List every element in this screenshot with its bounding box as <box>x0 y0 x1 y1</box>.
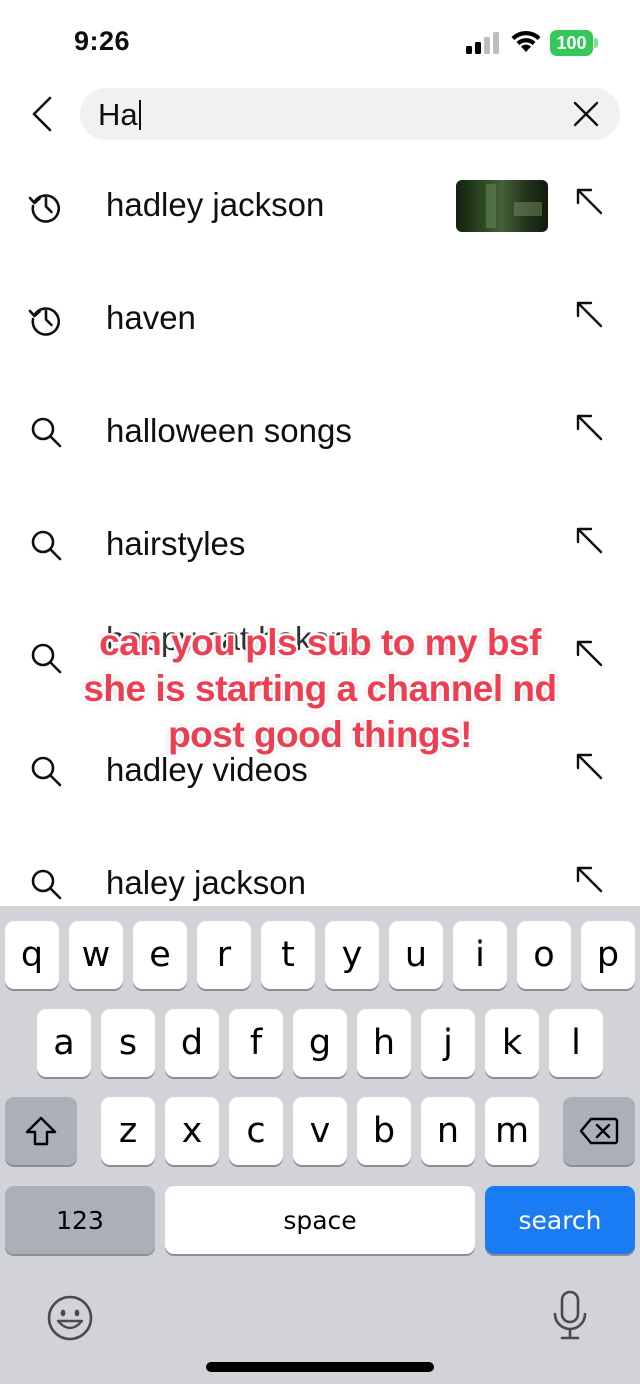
key-g[interactable]: g <box>293 1009 347 1077</box>
key-n[interactable]: n <box>421 1097 475 1165</box>
arrow-up-left-icon[interactable] <box>574 186 604 216</box>
search-input[interactable]: Ha <box>98 88 141 140</box>
suggestion-row[interactable]: haley jackson <box>0 828 640 906</box>
close-icon[interactable] <box>572 100 600 128</box>
key-m[interactable]: m <box>485 1097 539 1165</box>
search-icon <box>31 530 62 561</box>
suggestion-label: halloween songs <box>106 412 352 449</box>
key-o[interactable]: o <box>517 921 571 989</box>
key-b[interactable]: b <box>357 1097 411 1165</box>
key-e[interactable]: e <box>133 921 187 989</box>
key-y[interactable]: y <box>325 921 379 989</box>
arrow-up-left-icon[interactable] <box>574 525 604 555</box>
key-l[interactable]: l <box>549 1009 603 1077</box>
search-box[interactable]: Ha <box>80 88 620 140</box>
space-key[interactable]: space <box>165 1186 475 1254</box>
suggestion-row[interactable]: halloween songs <box>0 376 640 489</box>
caption-line: post good things! <box>168 714 472 755</box>
key-v[interactable]: v <box>293 1097 347 1165</box>
key-q[interactable]: q <box>5 921 59 989</box>
delete-key[interactable] <box>563 1097 635 1165</box>
key-u[interactable]: u <box>389 921 443 989</box>
caption-line: she is starting a channel nd <box>83 668 557 709</box>
key-c[interactable]: c <box>229 1097 283 1165</box>
search-icon <box>31 417 62 448</box>
shift-icon <box>25 1116 57 1146</box>
caption-overlay: can you pls sub to my bsf she is startin… <box>0 620 640 758</box>
key-x[interactable]: x <box>165 1097 219 1165</box>
text-caret <box>138 100 141 130</box>
key-r[interactable]: r <box>197 921 251 989</box>
battery-indicator: 100 <box>550 30 598 56</box>
backspace-icon <box>579 1117 619 1145</box>
key-z[interactable]: z <box>101 1097 155 1165</box>
video-thumbnail <box>456 180 548 232</box>
shift-key[interactable] <box>5 1097 77 1165</box>
key-a[interactable]: a <box>37 1009 91 1077</box>
arrow-up-left-icon[interactable] <box>574 412 604 442</box>
key-j[interactable]: j <box>421 1009 475 1077</box>
search-key[interactable]: search <box>485 1186 635 1254</box>
search-icon <box>31 756 62 787</box>
search-icon <box>31 869 62 900</box>
battery-tip <box>594 38 598 48</box>
emoji-icon[interactable] <box>46 1294 94 1342</box>
back-button[interactable] <box>20 90 64 138</box>
history-icon <box>28 307 60 336</box>
key-k[interactable]: k <box>485 1009 539 1077</box>
suggestion-label: hairstyles <box>106 525 246 562</box>
suggestion-label: hadley jackson <box>106 186 325 223</box>
key-w[interactable]: w <box>69 921 123 989</box>
key-h[interactable]: h <box>357 1009 411 1077</box>
suggestion-label: haven <box>106 299 196 336</box>
key-i[interactable]: i <box>453 921 507 989</box>
key-t[interactable]: t <box>261 921 315 989</box>
suggestion-row[interactable]: hairstyles <box>0 489 640 602</box>
home-indicator[interactable] <box>206 1362 434 1372</box>
history-icon <box>28 194 60 223</box>
keyboard: q w e r t y u i o p a s d f g h j k l z … <box>0 906 640 1384</box>
status-time: 9:26 <box>74 26 131 56</box>
search-query: Ha <box>98 97 138 132</box>
key-d[interactable]: d <box>165 1009 219 1077</box>
arrow-up-left-icon[interactable] <box>574 864 604 894</box>
battery-level: 100 <box>550 30 593 56</box>
cellular-signal-icon <box>466 32 499 54</box>
numbers-key[interactable]: 123 <box>5 1186 155 1254</box>
suggestion-row[interactable]: hadley jackson <box>0 150 640 263</box>
key-p[interactable]: p <box>581 921 635 989</box>
key-f[interactable]: f <box>229 1009 283 1077</box>
chevron-left-icon <box>32 96 52 132</box>
microphone-icon[interactable] <box>552 1290 588 1342</box>
status-bar: 9:26 100 <box>0 0 640 86</box>
caption-line: can you pls sub to my bsf <box>99 622 541 663</box>
key-s[interactable]: s <box>101 1009 155 1077</box>
suggestion-label: haley jackson <box>106 864 306 901</box>
arrow-up-left-icon[interactable] <box>574 299 604 329</box>
suggestion-row[interactable]: haven <box>0 263 640 376</box>
wifi-icon <box>511 30 541 52</box>
